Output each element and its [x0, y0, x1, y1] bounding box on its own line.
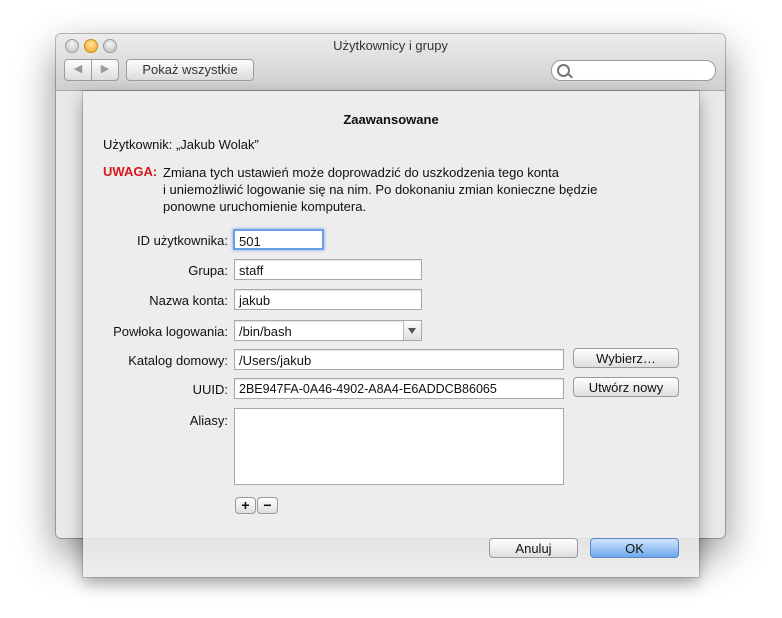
search-input[interactable]: [551, 60, 716, 81]
user-id-label: ID użytkownika:: [136, 233, 228, 248]
uuid-label: UUID:: [192, 382, 228, 397]
uuid-field[interactable]: 2BE947FA-0A46-4902-A8A4-E6ADDCB86065: [234, 378, 564, 399]
user-name-line: Użytkownik: „Jakub Wolak”: [103, 137, 259, 152]
login-shell-select[interactable]: /bin/bash: [234, 320, 422, 341]
forward-icon[interactable]: ▶: [92, 62, 118, 75]
account-name-label: Nazwa konta:: [149, 293, 228, 308]
chevron-down-icon: [408, 328, 416, 334]
remove-alias-button[interactable]: −: [257, 497, 278, 514]
advanced-options-sheet: Zaawansowane Użytkownik: „Jakub Wolak” U…: [83, 91, 699, 577]
ok-button[interactable]: OK: [590, 538, 679, 558]
warning-line: Zmiana tych ustawień może doprowadzić do…: [163, 165, 559, 180]
show-all-button[interactable]: Pokaż wszystkie: [126, 59, 254, 81]
warning-line: i uniemożliwić logowanie się na nim. Po …: [163, 182, 598, 197]
title-bar: Użytkownicy i grupy ◀ ▶ Pokaż wszystkie: [56, 34, 725, 91]
aliases-label: Aliasy:: [189, 413, 228, 428]
create-new-uuid-button[interactable]: Utwórz nowy: [573, 377, 679, 397]
user-id-field[interactable]: 501: [233, 229, 324, 250]
account-name-field[interactable]: jakub: [234, 289, 422, 310]
group-field[interactable]: staff: [234, 259, 422, 280]
warning-line: ponowne uruchomienie komputera.: [163, 199, 367, 214]
back-icon[interactable]: ◀: [65, 62, 91, 75]
sheet-title: Zaawansowane: [343, 112, 439, 127]
select-arrow[interactable]: [403, 321, 421, 340]
home-directory-label: Katalog domowy:: [128, 353, 228, 368]
search-icon: [557, 64, 570, 77]
cancel-button[interactable]: Anuluj: [489, 538, 578, 558]
warning-label: UWAGA:: [103, 164, 158, 179]
choose-button[interactable]: Wybierz…: [573, 348, 679, 368]
login-shell-value: /bin/bash: [239, 324, 292, 339]
warning-text: Zmiana tych ustawień może doprowadzić do…: [163, 164, 663, 215]
aliases-list[interactable]: [234, 408, 564, 485]
home-directory-field[interactable]: /Users/jakub: [234, 349, 564, 370]
window-title: Użytkownicy i grupy: [333, 38, 448, 53]
login-shell-label: Powłoka logowania:: [113, 324, 228, 339]
group-label: Grupa:: [188, 263, 228, 278]
back-forward-control[interactable]: ◀ ▶: [64, 59, 119, 81]
add-alias-button[interactable]: +: [235, 497, 256, 514]
